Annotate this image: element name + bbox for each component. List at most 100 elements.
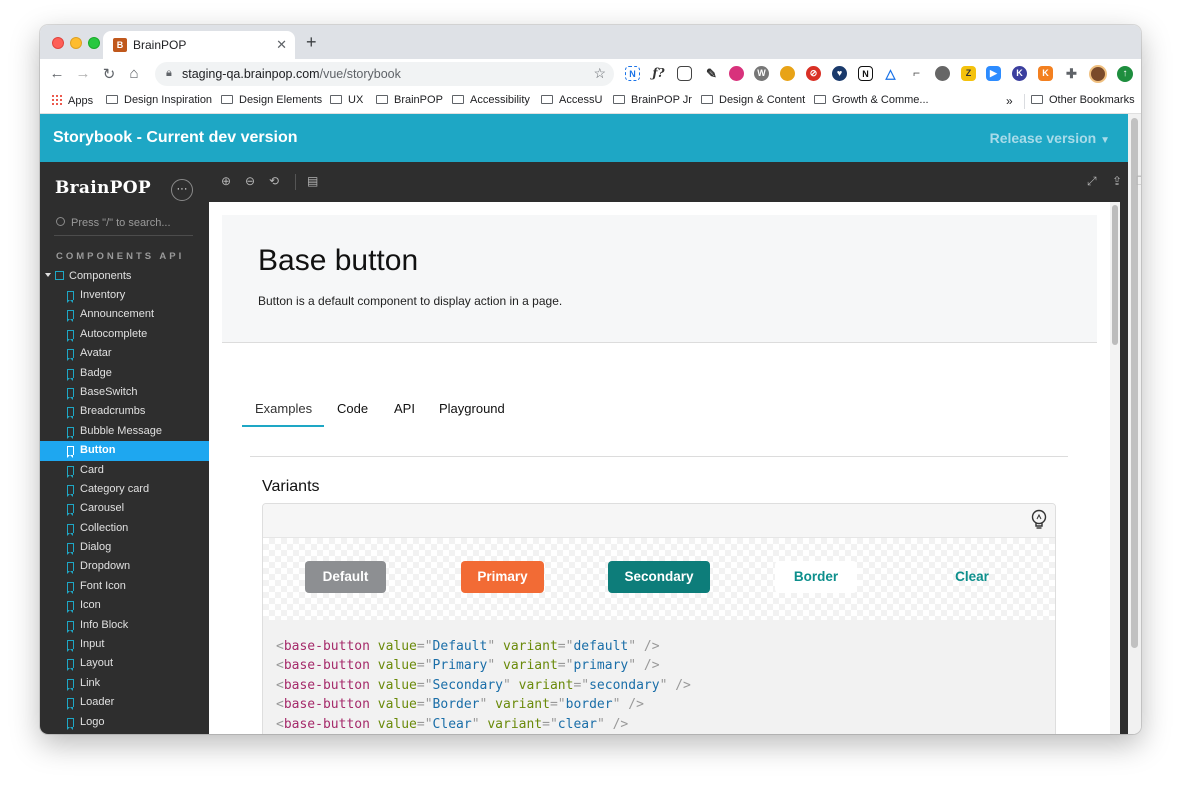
sidebar-menu-button[interactable]: ···: [171, 179, 193, 201]
bookmark-label: Apps: [68, 95, 94, 107]
sidebar-item-info-block[interactable]: Info Block: [40, 616, 209, 635]
page-scrollbar[interactable]: [1128, 114, 1141, 734]
sidebar-item-collection[interactable]: Collection: [40, 519, 209, 538]
extension-block-icon[interactable]: ⊘: [806, 66, 821, 81]
page-scrollbar-thumb[interactable]: [1131, 118, 1138, 648]
sidebar-item-autocomplete[interactable]: Autocomplete: [40, 325, 209, 344]
tab-api[interactable]: API: [394, 401, 415, 416]
sidebar-item-loader[interactable]: Loader: [40, 693, 209, 712]
bookmark-design-elements[interactable]: Design Elements: [221, 94, 322, 106]
extension-k-icon[interactable]: K: [1012, 66, 1027, 81]
sidebar-item-icon[interactable]: Icon: [40, 596, 209, 615]
bookmark-accessu[interactable]: AccessU: [541, 94, 602, 106]
docs-icon[interactable]: ▤: [307, 174, 318, 188]
extension-w-icon[interactable]: W: [754, 66, 769, 81]
extension-n-icon[interactable]: N: [625, 66, 640, 81]
tab-code[interactable]: Code: [337, 401, 368, 416]
back-button[interactable]: ←: [48, 65, 66, 82]
default-button[interactable]: Default: [305, 561, 386, 593]
sidebar-item-category-card[interactable]: Category card: [40, 480, 209, 499]
extension-notion-icon[interactable]: N: [858, 66, 873, 81]
extension-formula-icon[interactable]: ƒ?: [651, 66, 666, 81]
bookmark-icon: [67, 523, 74, 536]
sidebar-item-layout[interactable]: Layout: [40, 654, 209, 673]
bookmark-design-content[interactable]: Design & Content: [701, 94, 805, 106]
sidebar-item-avatar[interactable]: Avatar: [40, 344, 209, 363]
sidebar-item-dialog[interactable]: Dialog: [40, 538, 209, 557]
border-button[interactable]: Border: [775, 561, 857, 593]
extension-triangle-icon[interactable]: △: [883, 66, 898, 81]
sidebar-item-breadcrumbs[interactable]: Breadcrumbs: [40, 402, 209, 421]
sidebar-item-input[interactable]: Input: [40, 635, 209, 654]
components-group[interactable]: Components: [45, 270, 131, 282]
primary-button[interactable]: Primary: [461, 561, 544, 593]
bookmark-growth[interactable]: Growth & Comme...: [814, 94, 929, 106]
sidebar-item-logo[interactable]: Logo: [40, 713, 209, 732]
sidebar-item-bubble-message[interactable]: Bubble Message: [40, 422, 209, 441]
sidebar-item-link[interactable]: Link: [40, 674, 209, 693]
home-button[interactable]: ⌂: [125, 65, 143, 82]
profile-avatar[interactable]: [1089, 65, 1107, 83]
zoom-in-icon[interactable]: ⊕: [221, 174, 231, 188]
sidebar-item-font-icon[interactable]: Font Icon: [40, 577, 209, 596]
clear-button[interactable]: Clear: [932, 561, 1012, 593]
fullscreen-icon[interactable]: ⤢: [1087, 174, 1097, 189]
sidebar-item-label: Card: [80, 463, 104, 476]
maximize-window-button[interactable]: [88, 37, 100, 49]
sidebar-item-badge[interactable]: Badge: [40, 364, 209, 383]
bookmark-brainpop[interactable]: BrainPOP: [376, 94, 443, 106]
brand-logo[interactable]: BrainPOP: [55, 178, 151, 198]
extension-heart-icon[interactable]: ♥: [832, 66, 847, 81]
address-bar[interactable]: 🔒︎ staging-qa.brainpop.com/vue/storybook…: [155, 62, 614, 86]
bookmark-other[interactable]: Other Bookmarks: [1031, 94, 1135, 106]
sidebar-item-carousel[interactable]: Carousel: [40, 499, 209, 518]
extension-color-icon[interactable]: [729, 66, 744, 81]
zoom-reset-icon[interactable]: ⟲: [269, 174, 279, 188]
release-version-dropdown[interactable]: Release version ▼: [990, 130, 1110, 146]
forward-button[interactable]: →: [74, 65, 92, 82]
tab-examples[interactable]: Examples: [255, 401, 312, 416]
search-input[interactable]: Press "/" to search...: [54, 214, 193, 236]
update-icon[interactable]: ↑: [1117, 66, 1133, 82]
bookmark-apps[interactable]: Apps: [51, 94, 93, 107]
extension-z-icon[interactable]: Z: [961, 66, 976, 81]
sidebar-item-announcement[interactable]: Announcement: [40, 305, 209, 324]
code-value: Default: [432, 639, 488, 654]
zoom-out-icon[interactable]: ⊖: [245, 174, 255, 188]
minimize-window-button[interactable]: [70, 37, 82, 49]
share-icon[interactable]: ⇪: [1112, 174, 1122, 188]
extension-orange-icon[interactable]: K: [1038, 66, 1053, 81]
close-window-button[interactable]: [52, 37, 64, 49]
code-line: <base-button value="Primary" variant="pr…: [276, 658, 660, 674]
extension-chrome-icon[interactable]: [780, 66, 795, 81]
sidebar-item-baseswitch[interactable]: BaseSwitch: [40, 383, 209, 402]
browser-tab[interactable]: B BrainPOP ✕: [103, 31, 295, 59]
bookmark-label: BrainPOP: [394, 94, 443, 106]
bookmark-accessibility[interactable]: Accessibility: [452, 94, 530, 106]
sidebar-item-inventory[interactable]: Inventory: [40, 286, 209, 305]
bookmark-brainpop-jr[interactable]: BrainPOP Jr: [613, 94, 692, 106]
bookmark-design-inspiration[interactable]: Design Inspiration: [106, 94, 212, 106]
extension-pen-icon[interactable]: ✎: [704, 66, 719, 81]
canvas-scrollbar[interactable]: [1110, 202, 1120, 734]
secondary-button[interactable]: Secondary: [608, 561, 710, 593]
tab-playground[interactable]: Playground: [439, 401, 505, 416]
bookmark-star-icon[interactable]: ☆: [593, 65, 606, 82]
extensions-puzzle-icon[interactable]: ✚: [1064, 66, 1079, 81]
tab-close-icon[interactable]: ✕: [276, 37, 287, 53]
extension-zoom-icon[interactable]: ▶: [986, 66, 1001, 81]
bookmarks-overflow-button[interactable]: »: [1006, 94, 1013, 108]
reload-button[interactable]: ↻: [100, 65, 118, 83]
canvas-scrollbar-thumb[interactable]: [1112, 205, 1118, 345]
code-line: <base-button value="Clear" variant="clea…: [276, 716, 629, 732]
sidebar-item-dropdown[interactable]: Dropdown: [40, 557, 209, 576]
extension-stamp-icon[interactable]: ⌐: [909, 66, 924, 81]
extension-screenshot-icon[interactable]: [677, 66, 692, 81]
lightbulb-icon[interactable]: [1030, 509, 1048, 531]
extension-face-icon[interactable]: [935, 66, 950, 81]
new-tab-button[interactable]: +: [306, 32, 317, 53]
sidebar-item-card[interactable]: Card: [40, 461, 209, 480]
sidebar-item-button[interactable]: Button: [40, 441, 209, 461]
copy-link-icon[interactable]: ❐: [1136, 174, 1141, 188]
bookmark-ux[interactable]: UX: [330, 94, 363, 106]
